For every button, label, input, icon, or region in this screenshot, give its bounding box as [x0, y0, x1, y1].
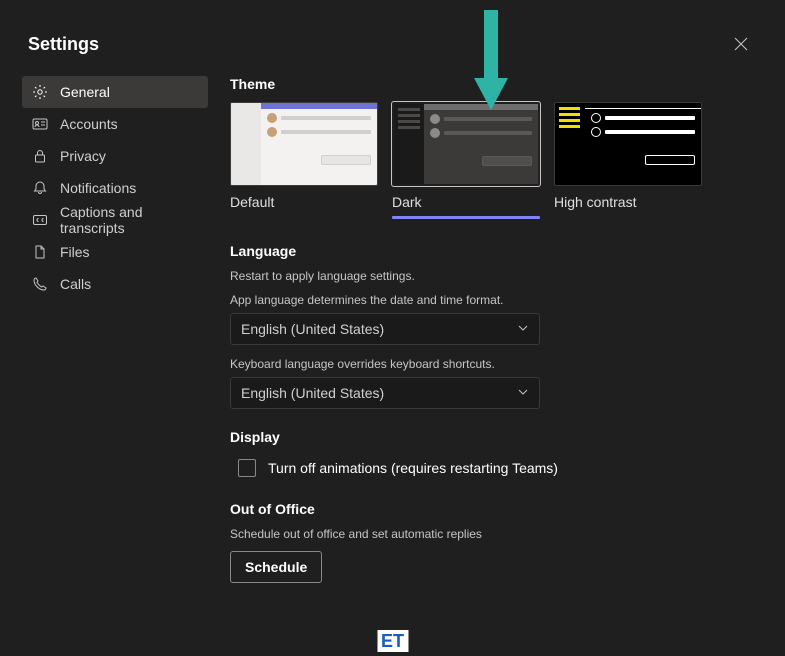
sidebar-item-notifications[interactable]: Notifications	[22, 172, 208, 204]
close-icon	[734, 37, 748, 51]
sidebar-item-general[interactable]: General	[22, 76, 208, 108]
turn-off-animations-label: Turn off animations (requires restarting…	[268, 460, 558, 476]
keyboard-language-label: Keyboard language overrides keyboard sho…	[230, 357, 763, 371]
keyboard-language-select[interactable]: English (United States)	[230, 377, 540, 409]
language-restart-note: Restart to apply language settings.	[230, 269, 763, 283]
out-of-office-section: Out of Office Schedule out of office and…	[230, 501, 763, 583]
sidebar-item-label: Accounts	[60, 116, 118, 132]
schedule-button-label: Schedule	[245, 559, 307, 575]
sidebar-item-label: Files	[60, 244, 90, 260]
theme-label: Default	[230, 194, 378, 210]
sidebar-item-label: General	[60, 84, 110, 100]
close-button[interactable]	[725, 28, 757, 60]
theme-label: High contrast	[554, 194, 702, 210]
theme-option-default[interactable]: Default	[230, 102, 378, 219]
ooo-subtext: Schedule out of office and set automatic…	[230, 527, 763, 541]
phone-icon	[32, 276, 48, 292]
turn-off-animations-checkbox[interactable]: Turn off animations (requires restarting…	[230, 455, 763, 481]
lock-icon	[32, 148, 48, 164]
app-language-label: App language determines the date and tim…	[230, 293, 763, 307]
theme-option-dark[interactable]: Dark	[392, 102, 540, 219]
sidebar-item-calls[interactable]: Calls	[22, 268, 208, 300]
theme-preview-dark	[392, 102, 540, 186]
theme-label: Dark	[392, 194, 540, 210]
sidebar-item-label: Notifications	[60, 180, 136, 196]
theme-title: Theme	[230, 76, 763, 92]
keyboard-language-value: English (United States)	[241, 385, 384, 401]
watermark-badge: ET	[377, 630, 408, 652]
content: Theme Default	[220, 76, 785, 656]
app-language-select[interactable]: English (United States)	[230, 313, 540, 345]
schedule-button[interactable]: Schedule	[230, 551, 322, 583]
theme-preview-default	[230, 102, 378, 186]
sidebar-item-captions[interactable]: Captions and transcripts	[22, 204, 208, 236]
theme-preview-high-contrast	[554, 102, 702, 186]
sidebar-item-accounts[interactable]: Accounts	[22, 108, 208, 140]
page-title: Settings	[28, 34, 99, 55]
checkbox-icon	[238, 459, 256, 477]
theme-section: Theme Default	[230, 76, 763, 219]
sidebar-item-label: Calls	[60, 276, 91, 292]
bell-icon	[32, 180, 48, 196]
id-card-icon	[32, 116, 48, 132]
language-title: Language	[230, 243, 763, 259]
display-title: Display	[230, 429, 763, 445]
gear-icon	[32, 84, 48, 100]
cc-icon	[32, 212, 48, 228]
chevron-down-icon	[517, 321, 529, 337]
sidebar-item-privacy[interactable]: Privacy	[22, 140, 208, 172]
sidebar-item-files[interactable]: Files	[22, 236, 208, 268]
sidebar-item-label: Privacy	[60, 148, 106, 164]
app-language-value: English (United States)	[241, 321, 384, 337]
chevron-down-icon	[517, 385, 529, 401]
ooo-title: Out of Office	[230, 501, 763, 517]
theme-option-high-contrast[interactable]: High contrast	[554, 102, 702, 219]
display-section: Display Turn off animations (requires re…	[230, 429, 763, 481]
sidebar: General Accounts Privacy Notifications C…	[0, 76, 220, 656]
sidebar-item-label: Captions and transcripts	[60, 204, 198, 236]
theme-selected-underline	[392, 216, 540, 219]
language-section: Language Restart to apply language setti…	[230, 243, 763, 409]
file-icon	[32, 244, 48, 260]
